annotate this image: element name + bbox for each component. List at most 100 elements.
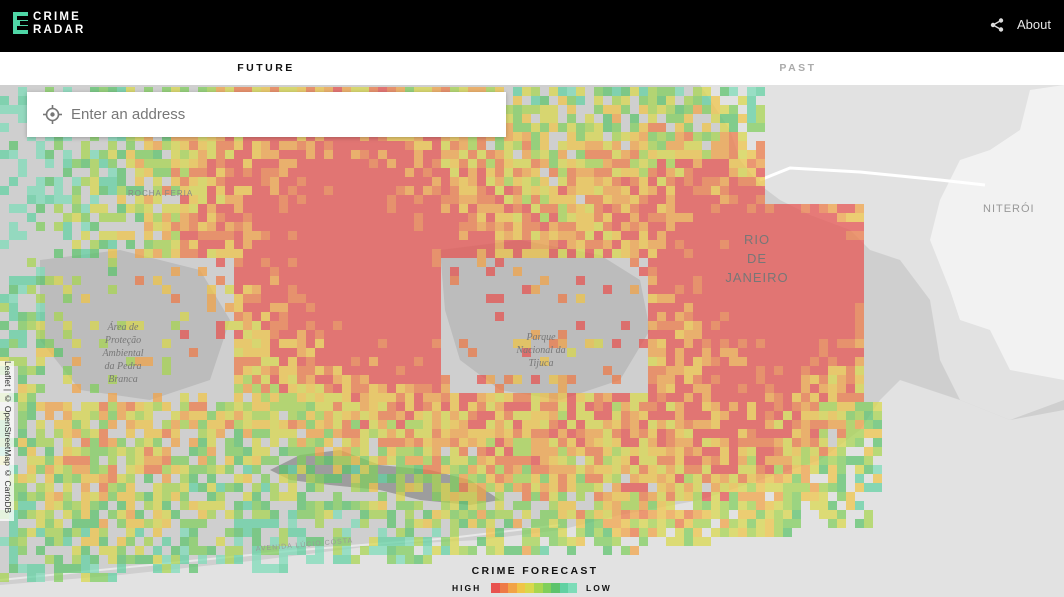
- heat-cell: [0, 303, 9, 312]
- heat-cell: [450, 213, 459, 222]
- heat-cell: [720, 330, 729, 339]
- heat-cell: [576, 528, 585, 537]
- heat-cell: [675, 159, 684, 168]
- heat-cell: [90, 573, 99, 582]
- heat-cell: [657, 420, 666, 429]
- heat-cell: [828, 330, 837, 339]
- heat-cell: [432, 204, 441, 213]
- heat-cell: [720, 366, 729, 375]
- heat-cell: [468, 159, 477, 168]
- heat-cell: [666, 321, 675, 330]
- heat-cell: [297, 375, 306, 384]
- crime-radar-logo[interactable]: CRIME RADAR: [13, 11, 93, 37]
- crosshair-icon[interactable]: [42, 104, 63, 125]
- heat-cell: [621, 393, 630, 402]
- heat-cell: [711, 420, 720, 429]
- heat-cell: [207, 222, 216, 231]
- heat-cell: [747, 87, 756, 96]
- heat-cell: [414, 357, 423, 366]
- heat-cell: [675, 339, 684, 348]
- heat-cell: [324, 321, 333, 330]
- heat-cell: [261, 411, 270, 420]
- heat-cell: [450, 537, 459, 546]
- heat-cell: [72, 357, 81, 366]
- heat-cell: [684, 186, 693, 195]
- heat-cell: [81, 411, 90, 420]
- heat-cell: [261, 303, 270, 312]
- heat-cell: [801, 303, 810, 312]
- heat-cell: [459, 159, 468, 168]
- heat-cell: [540, 105, 549, 114]
- heat-cell: [747, 348, 756, 357]
- heat-cell: [396, 240, 405, 249]
- tab-past[interactable]: PAST: [532, 52, 1064, 85]
- heat-cell: [342, 267, 351, 276]
- heat-cell: [630, 528, 639, 537]
- heat-cell: [468, 429, 477, 438]
- heat-cell: [756, 105, 765, 114]
- heat-cell: [369, 285, 378, 294]
- heat-cell: [702, 87, 711, 96]
- heat-cell: [756, 438, 765, 447]
- heat-cell: [819, 438, 828, 447]
- heat-cell: [108, 285, 117, 294]
- heat-cell: [153, 150, 162, 159]
- heat-cell: [162, 357, 171, 366]
- heat-cell: [387, 204, 396, 213]
- heat-cell: [333, 456, 342, 465]
- heat-cell: [810, 483, 819, 492]
- heat-cell: [396, 195, 405, 204]
- heat-cell: [504, 231, 513, 240]
- heat-cell: [18, 366, 27, 375]
- heat-cell: [279, 222, 288, 231]
- heat-cell: [657, 519, 666, 528]
- share-icon[interactable]: [989, 17, 1005, 33]
- heat-cell: [684, 195, 693, 204]
- heat-cell: [693, 465, 702, 474]
- heat-cell: [531, 204, 540, 213]
- heat-cell: [585, 474, 594, 483]
- heat-cell: [612, 402, 621, 411]
- heat-cell: [567, 348, 576, 357]
- heat-cell: [621, 519, 630, 528]
- heat-cell: [585, 222, 594, 231]
- heat-cell: [747, 159, 756, 168]
- heat-cell: [270, 267, 279, 276]
- heat-cell: [459, 402, 468, 411]
- map-canvas[interactable]: ROCHA FERIA NITERÓI RIO DE JANEIRO Área …: [0, 85, 1064, 597]
- heat-cell: [783, 447, 792, 456]
- tab-future[interactable]: FUTURE: [0, 52, 532, 85]
- heat-cell: [675, 141, 684, 150]
- heat-cell: [162, 249, 171, 258]
- heat-cell: [234, 249, 243, 258]
- heat-cell: [54, 528, 63, 537]
- heat-cell: [729, 177, 738, 186]
- heat-cell: [558, 501, 567, 510]
- heat-cell: [513, 546, 522, 555]
- heat-cell: [702, 510, 711, 519]
- heat-cell: [531, 186, 540, 195]
- heat-cell: [9, 312, 18, 321]
- heat-cell: [675, 420, 684, 429]
- heat-cell: [666, 519, 675, 528]
- heat-cell: [108, 546, 117, 555]
- heat-cell: [342, 393, 351, 402]
- heat-cell: [108, 573, 117, 582]
- heat-cell: [360, 438, 369, 447]
- heat-cell: [171, 546, 180, 555]
- heat-cell: [720, 114, 729, 123]
- heat-cell: [468, 438, 477, 447]
- heat-cell: [729, 501, 738, 510]
- heat-cell: [459, 222, 468, 231]
- attribution-text[interactable]: Leaflet | © OpenStreetMap © CartoDB: [1, 361, 13, 521]
- heat-cell: [153, 465, 162, 474]
- crime-map[interactable]: ROCHA FERIA NITERÓI RIO DE JANEIRO Área …: [0, 85, 1064, 597]
- heat-cell: [648, 420, 657, 429]
- about-link[interactable]: About: [1017, 17, 1051, 32]
- heat-cell: [711, 186, 720, 195]
- heat-cell: [90, 159, 99, 168]
- address-input[interactable]: [71, 92, 491, 137]
- heat-cell: [648, 447, 657, 456]
- heat-cell: [288, 222, 297, 231]
- heat-cell: [630, 402, 639, 411]
